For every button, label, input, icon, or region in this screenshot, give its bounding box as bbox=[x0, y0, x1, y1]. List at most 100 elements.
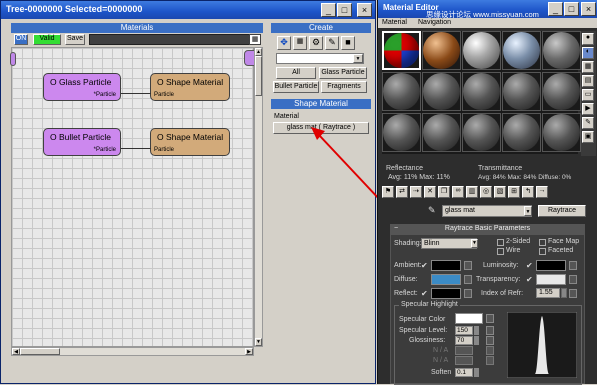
shading-dropdown[interactable]: Blinn bbox=[421, 238, 477, 249]
add-node-icon[interactable]: ✥ bbox=[277, 36, 291, 50]
sample-slot-15[interactable] bbox=[542, 113, 581, 152]
spec-color-map-button[interactable] bbox=[486, 314, 494, 323]
sample-slot-12[interactable] bbox=[422, 113, 461, 152]
video-check-icon[interactable]: ▭ bbox=[582, 89, 594, 101]
name-field[interactable] bbox=[89, 34, 255, 45]
luminosity-map-button[interactable] bbox=[569, 261, 577, 270]
canvas-vertical-scrollbar[interactable]: ▲ ▼ bbox=[254, 47, 263, 347]
spec-level-spinner[interactable] bbox=[474, 326, 479, 335]
sample-slot-9[interactable] bbox=[502, 72, 541, 111]
spec-level-field[interactable]: 150 bbox=[455, 326, 473, 335]
rollout-header[interactable]: − Raytrace Basic Parameters bbox=[391, 225, 584, 235]
transparency-check-icon[interactable]: ✔ bbox=[526, 275, 533, 284]
sample-slot-3[interactable] bbox=[462, 31, 501, 70]
material-type-button[interactable]: Raytrace bbox=[538, 205, 586, 217]
grid-icon[interactable]: ▦ bbox=[293, 36, 307, 50]
material-name-field[interactable]: glass mat bbox=[442, 205, 532, 217]
chevron-down-icon[interactable]: ▼ bbox=[524, 206, 532, 216]
spec-color-swatch[interactable] bbox=[455, 313, 483, 324]
ambient-swatch[interactable] bbox=[431, 260, 461, 271]
create-filter-dropdown[interactable]: ▼ bbox=[276, 53, 364, 64]
input-port[interactable] bbox=[10, 52, 16, 66]
ambient-check-icon[interactable]: ✔ bbox=[421, 261, 428, 270]
node-shape-material-2[interactable]: O Shape Material Particle bbox=[150, 128, 230, 156]
create-glass-particle-button[interactable]: Glass Particle bbox=[319, 67, 367, 79]
cube-icon[interactable]: ■ bbox=[341, 36, 355, 50]
sample-type-icon[interactable]: ● bbox=[582, 33, 594, 45]
grid-toggle-icon[interactable]: ▦ bbox=[249, 34, 261, 45]
sample-slot-5[interactable] bbox=[542, 31, 581, 70]
glossiness-spinner[interactable] bbox=[474, 336, 479, 345]
scroll-left-icon[interactable]: ◀ bbox=[12, 348, 20, 355]
scroll-right-icon[interactable]: ▶ bbox=[245, 348, 253, 355]
minimize-button[interactable]: _ bbox=[321, 3, 336, 17]
wire-checkbox[interactable] bbox=[497, 248, 504, 255]
reset-icon[interactable]: ✕ bbox=[424, 186, 436, 198]
preview-icon[interactable]: ▶ bbox=[582, 103, 594, 115]
copy-icon[interactable]: ❐ bbox=[438, 186, 450, 198]
menu-navigation[interactable]: Navigation bbox=[418, 19, 451, 26]
ior-spinner[interactable] bbox=[561, 288, 567, 298]
menu-material[interactable]: Material bbox=[382, 19, 407, 26]
sample-slot-10[interactable] bbox=[542, 72, 581, 111]
ior-field[interactable]: 1.55 bbox=[536, 288, 560, 298]
scroll-thumb[interactable] bbox=[20, 348, 60, 355]
sample-slot-2[interactable] bbox=[422, 31, 461, 70]
reflect-swatch[interactable] bbox=[431, 288, 461, 299]
scroll-up-icon[interactable]: ▲ bbox=[255, 48, 262, 56]
sample-slot-4[interactable] bbox=[502, 31, 541, 70]
node-graph-canvas[interactable]: O Glass Particle *Particle O Shape Mater… bbox=[10, 47, 258, 347]
glossiness-field[interactable]: 70 bbox=[455, 336, 473, 345]
create-all-button[interactable]: All bbox=[276, 67, 316, 79]
select-by-material-icon[interactable]: ▣ bbox=[582, 131, 594, 143]
spec-level-map-button[interactable] bbox=[486, 326, 494, 335]
put-library-icon[interactable]: ▥ bbox=[466, 186, 478, 198]
soften-spinner[interactable] bbox=[474, 368, 479, 377]
maximize-button[interactable]: □ bbox=[564, 2, 579, 16]
chevron-down-icon[interactable]: ▼ bbox=[471, 239, 478, 248]
transparency-map-button[interactable] bbox=[569, 275, 577, 284]
diffuse-swatch[interactable] bbox=[431, 274, 461, 285]
go-sibling-icon[interactable]: → bbox=[536, 186, 548, 198]
sample-slot-11[interactable] bbox=[382, 113, 421, 152]
sample-slot-14[interactable] bbox=[502, 113, 541, 152]
faceted-checkbox[interactable] bbox=[539, 248, 546, 255]
gear-icon[interactable]: ⚙ bbox=[309, 36, 323, 50]
reflect-check-icon[interactable]: ✔ bbox=[421, 289, 428, 298]
get-material-icon[interactable]: ⚑ bbox=[382, 186, 394, 198]
save-button[interactable]: Save bbox=[65, 34, 85, 45]
on-button[interactable]: ON bbox=[14, 34, 28, 45]
ior-map-button[interactable] bbox=[569, 289, 577, 298]
material-id-icon[interactable]: ◎ bbox=[480, 186, 492, 198]
luminosity-swatch[interactable] bbox=[536, 260, 566, 271]
valid-button[interactable]: Valid bbox=[33, 34, 61, 45]
unique-icon[interactable]: ∞ bbox=[452, 186, 464, 198]
reflect-map-button[interactable] bbox=[464, 289, 472, 298]
ambient-map-button[interactable] bbox=[464, 261, 472, 270]
node-bullet-particle[interactable]: O Bullet Particle *Particle bbox=[43, 128, 121, 156]
maximize-button[interactable]: □ bbox=[337, 3, 352, 17]
node-shape-material-1[interactable]: O Shape Material Particle bbox=[150, 73, 230, 101]
scroll-down-icon[interactable]: ▼ bbox=[255, 338, 262, 346]
node-glass-particle[interactable]: O Glass Particle *Particle bbox=[43, 73, 121, 101]
face-map-checkbox[interactable] bbox=[539, 239, 546, 246]
uv-tiling-icon[interactable]: ▤ bbox=[582, 75, 594, 87]
luminosity-check-icon[interactable]: ✔ bbox=[526, 261, 533, 270]
chevron-down-icon[interactable]: ▼ bbox=[353, 54, 363, 63]
close-button[interactable]: × bbox=[581, 2, 596, 16]
soften-field[interactable]: 0.1 bbox=[455, 368, 473, 377]
canvas-horizontal-scrollbar[interactable]: ◀ ▶ bbox=[11, 347, 254, 356]
sample-slot-13[interactable] bbox=[462, 113, 501, 152]
transparency-swatch[interactable] bbox=[536, 274, 566, 285]
put-material-icon[interactable]: ⇄ bbox=[396, 186, 408, 198]
show-end-result-icon[interactable]: ⊞ bbox=[508, 186, 520, 198]
pick-material-icon[interactable]: ✎ bbox=[428, 205, 436, 216]
sample-slot-7[interactable] bbox=[422, 72, 461, 111]
sample-slot-6[interactable] bbox=[382, 72, 421, 111]
create-bullet-particle-button[interactable]: Bullet Particle bbox=[273, 81, 319, 93]
minimize-button[interactable]: _ bbox=[548, 2, 563, 16]
backlight-icon[interactable]: ◐ bbox=[582, 47, 594, 59]
show-map-icon[interactable]: ▧ bbox=[494, 186, 506, 198]
close-button[interactable]: × bbox=[357, 3, 372, 17]
two-sided-checkbox[interactable] bbox=[497, 239, 504, 246]
